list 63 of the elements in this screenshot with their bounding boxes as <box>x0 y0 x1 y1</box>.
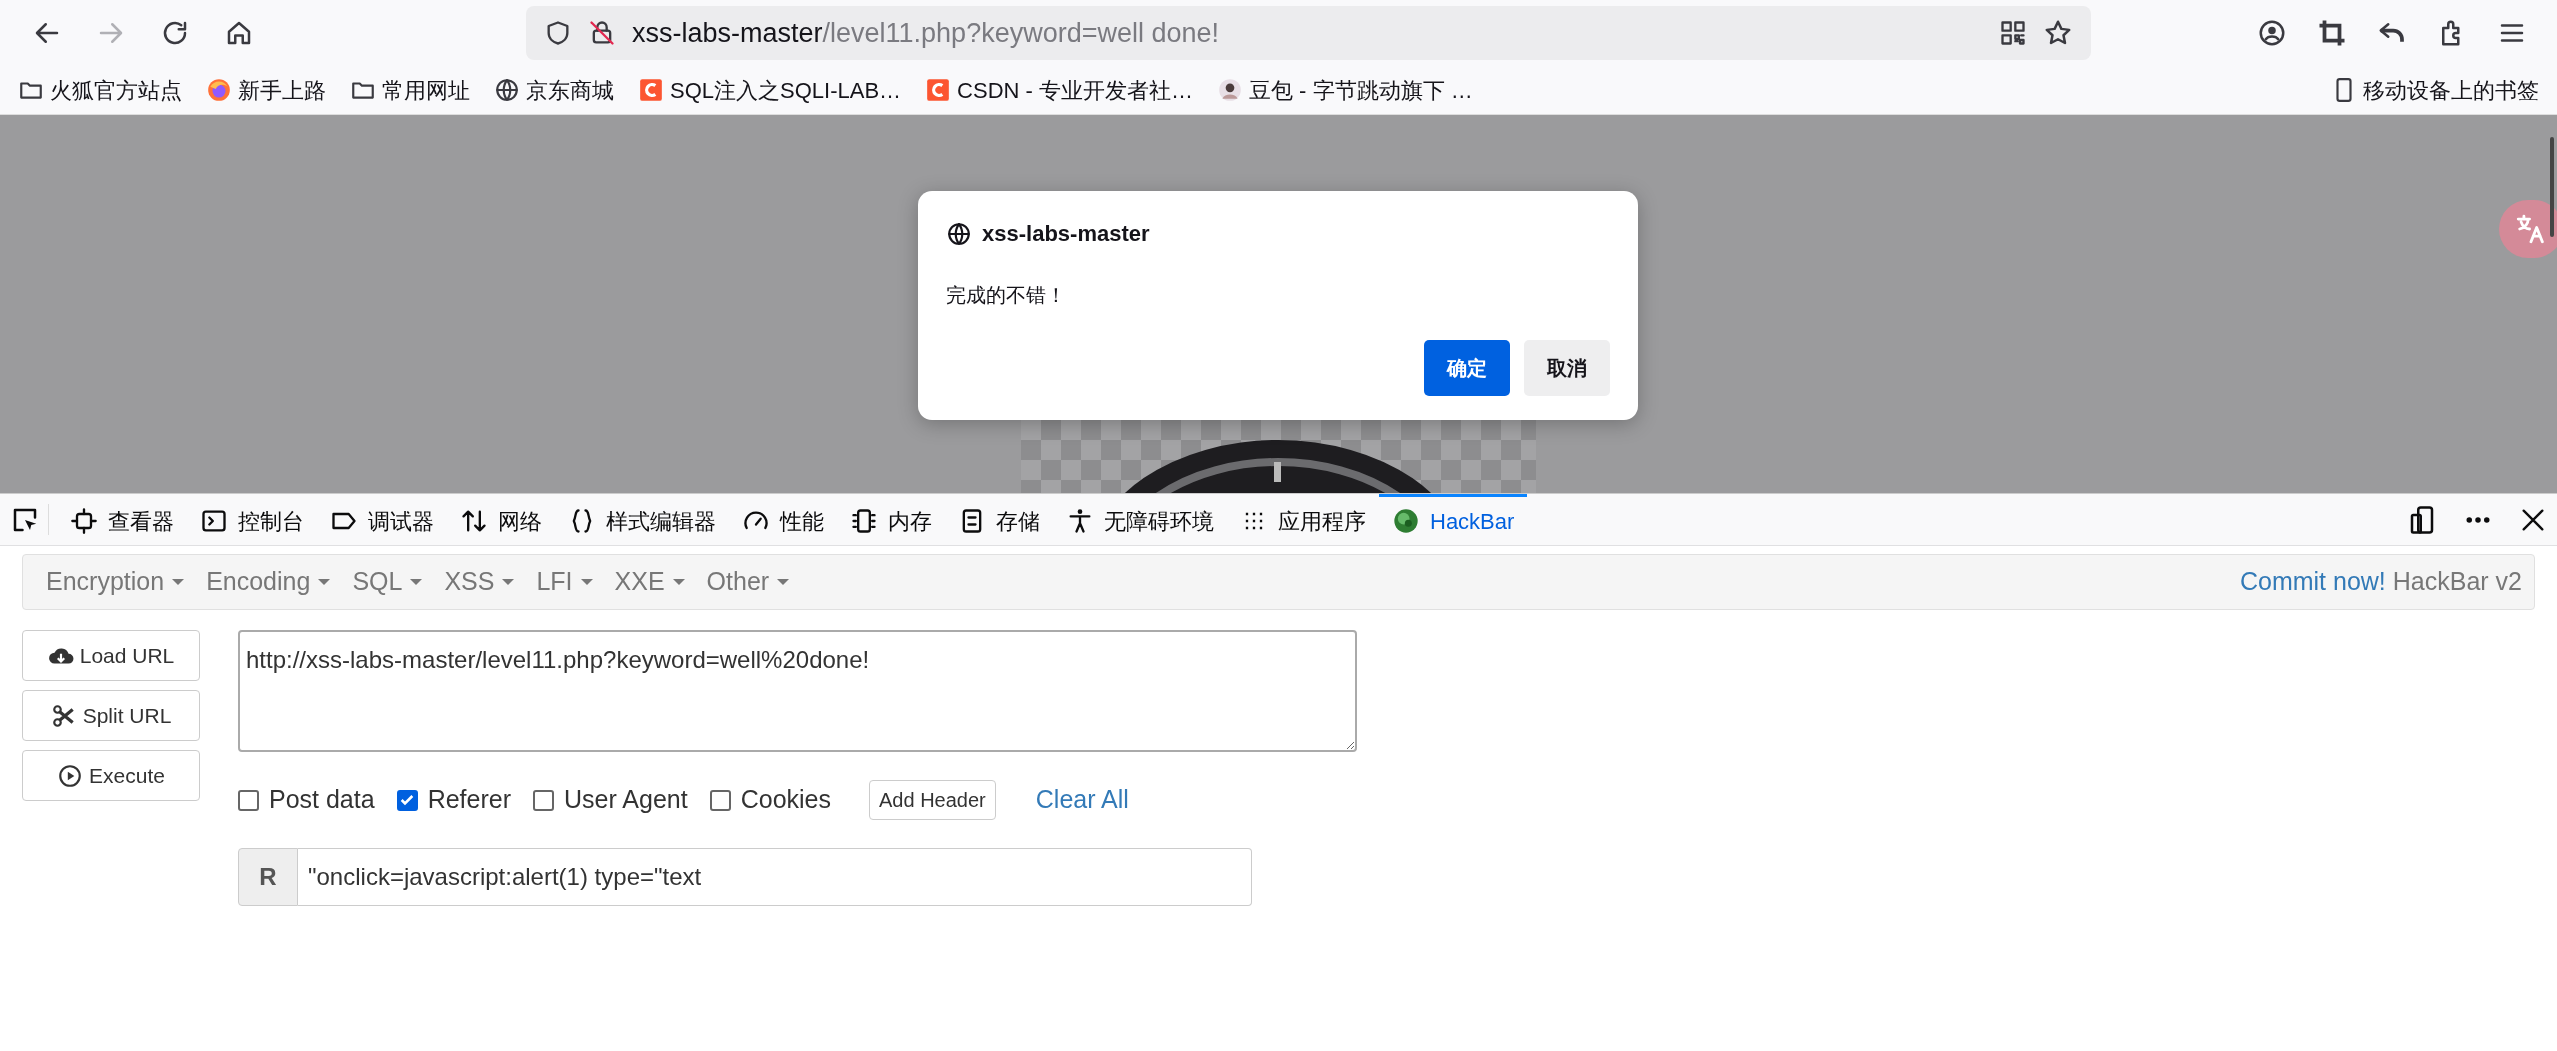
dropdown-menu[interactable]: LFI <box>525 563 604 601</box>
bookmark-item[interactable]: 新手上路 <box>206 73 326 107</box>
address-bar[interactable]: xss-labs-master/level11.php?keyword=well done! <box>526 6 2091 60</box>
globe-icon <box>946 220 972 247</box>
chip-icon <box>850 507 878 535</box>
devtools-tab[interactable]: 应用程序 <box>1227 494 1379 545</box>
devtools-tab[interactable]: 调试器 <box>317 494 447 545</box>
devtools-tab[interactable]: 网络 <box>447 494 555 545</box>
site-logo-icon <box>925 77 952 103</box>
bookmark-item[interactable]: 京东商城 <box>494 73 614 107</box>
bookmark-item[interactable]: 豆包 - 字节跳动旗下 … <box>1216 73 1473 107</box>
cancel-button[interactable]: 取消 <box>1524 340 1610 396</box>
devtools-tab[interactable]: HackBar <box>1379 494 1528 545</box>
action-button[interactable]: Split URL <box>22 690 200 741</box>
option-checkbox[interactable]: Cookies <box>709 781 832 819</box>
header-value-field[interactable]: "onclick=javascript:alert(1) type="text <box>298 848 1252 906</box>
devtools-tab[interactable]: 性能 <box>729 494 837 545</box>
qr-code-icon[interactable] <box>1999 19 2027 47</box>
devtools-tab[interactable]: 样式编辑器 <box>555 494 729 545</box>
dropdown-menu[interactable]: SQL <box>341 563 434 601</box>
dropdown-menu[interactable]: Encryption <box>35 563 196 601</box>
devtools-tab[interactable]: 无障碍环境 <box>1053 494 1227 545</box>
account-icon[interactable] <box>2257 18 2287 48</box>
url-text: xss-labs-master/level11.php?keyword=well done! <box>632 16 1220 50</box>
devtools-tab[interactable]: 存储 <box>945 494 1053 545</box>
check-icon <box>399 792 416 808</box>
option-checkbox[interactable]: Post data <box>238 781 375 819</box>
action-button[interactable]: Load URL <box>22 630 200 681</box>
hackbar-logo-icon <box>1392 507 1420 535</box>
scissors-icon <box>50 702 77 729</box>
crop-icon[interactable] <box>2317 18 2347 48</box>
dropdown-menu[interactable]: XXE <box>603 563 696 601</box>
dropdown-menu[interactable]: Encoding <box>195 563 342 601</box>
bookmark-item[interactable]: 火狐官方站点 <box>18 73 182 107</box>
version-label: HackBar v2 <box>2392 567 2522 596</box>
add-header-button[interactable]: Add Header <box>869 780 996 820</box>
action-button[interactable]: Execute <box>22 750 200 801</box>
lock-icon <box>588 19 616 47</box>
bookmark-item[interactable]: 移动设备上的书签 <box>2331 73 2539 107</box>
devtools-tab[interactable]: 控制台 <box>187 494 317 545</box>
browser-logo-icon <box>206 77 232 103</box>
site-logo-icon <box>638 77 664 103</box>
devtools-tab[interactable]: 内存 <box>837 494 945 545</box>
bookmark-item[interactable]: SQL注入之SQLI-LAB… <box>638 73 902 107</box>
dropdown-menu[interactable]: XSS <box>433 563 526 601</box>
option-checkbox[interactable]: User Agent <box>533 781 688 819</box>
bookmark-item[interactable]: 常用网址 <box>350 73 470 107</box>
play-icon <box>57 762 84 789</box>
bookmark-item[interactable]: CSDN - 专业开发者社… <box>925 73 1193 107</box>
dropdown-menu[interactable]: Other <box>695 563 801 601</box>
dialog-title: xss-labs-master <box>982 220 1150 248</box>
option-checkbox[interactable]: Referer <box>396 781 511 819</box>
translate-button[interactable] <box>2499 200 2557 258</box>
ok-button[interactable]: 确定 <box>1424 340 1510 396</box>
dialog-message: 完成的不错！ <box>946 283 1067 308</box>
url-field[interactable]: http://xss-labs-master/level11.php?keyword=well%20done! <box>238 630 1357 752</box>
avatar-icon <box>1216 77 1243 103</box>
globe-icon <box>494 77 520 103</box>
clear-all-link[interactable]: Clear All <box>1035 781 1129 819</box>
inspector-icon <box>70 507 98 535</box>
commit-link[interactable]: Commit now! <box>2239 567 2386 596</box>
header-name-label: R <box>238 848 298 906</box>
devtools-tab[interactable]: 查看器 <box>57 494 187 545</box>
